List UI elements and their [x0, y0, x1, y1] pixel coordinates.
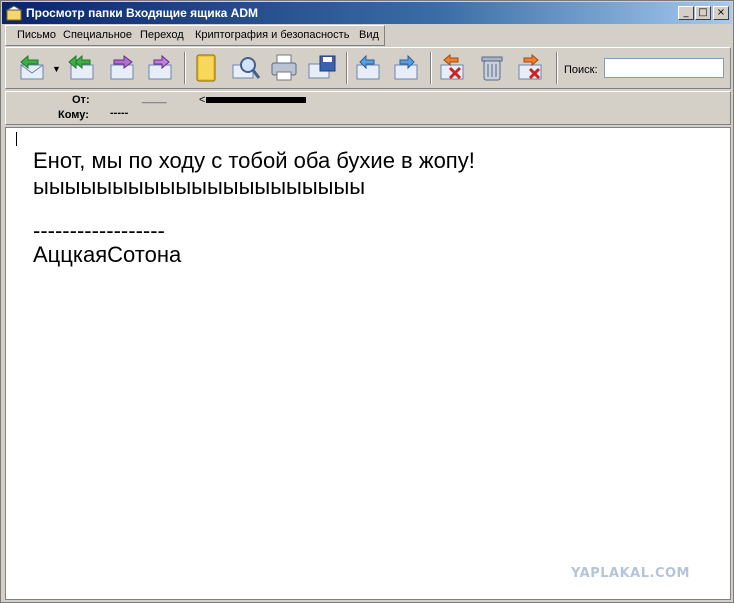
- from-email-bracket: <: [199, 94, 206, 106]
- save-icon[interactable]: [306, 52, 338, 84]
- redacted-email: [206, 97, 306, 103]
- close-button[interactable]: ×: [713, 6, 729, 20]
- message-line: Енот, мы по ходу с тобой оба бухие в жоп…: [33, 148, 475, 173]
- reply-icon[interactable]: [16, 52, 48, 84]
- redirect-icon[interactable]: [144, 52, 176, 84]
- maximize-button[interactable]: □: [695, 6, 711, 20]
- message-line: ыыыыыыыыыыыыыыыыыыыыы: [33, 174, 366, 199]
- previous-message-icon[interactable]: [352, 52, 384, 84]
- menu-go[interactable]: Переход: [140, 29, 184, 41]
- toolbar-separator: [184, 52, 186, 84]
- toolbar-separator: [346, 52, 348, 84]
- menu-crypto[interactable]: Криптография и безопасность: [195, 29, 349, 41]
- message-header: От: ____ < Кому: -----: [5, 91, 731, 125]
- next-message-icon[interactable]: [390, 52, 422, 84]
- toolbar-separator: [430, 52, 432, 84]
- search-label: Поиск:: [564, 64, 598, 76]
- search-input[interactable]: [604, 58, 724, 78]
- menu-letter[interactable]: Письмо: [17, 29, 56, 41]
- reply-dropdown-icon[interactable]: ▼: [52, 64, 61, 74]
- minimize-button[interactable]: _: [678, 6, 694, 20]
- message-body[interactable]: Енот, мы по ходу с тобой оба бухие в жоп…: [5, 127, 731, 600]
- forward-icon[interactable]: [106, 52, 138, 84]
- message-signature: АццкаяСотона: [33, 242, 182, 267]
- toolbar: ▼ Поиск:: [5, 47, 731, 89]
- mail-viewer-window: Просмотр папки Входящие ящика ADM _ □ × …: [0, 0, 734, 603]
- from-name[interactable]: ____: [142, 92, 166, 104]
- from-label: От:: [72, 94, 90, 106]
- title-bar[interactable]: Просмотр папки Входящие ящика ADM _ □ ×: [2, 2, 732, 24]
- toolbar-separator: [556, 52, 558, 84]
- menu-view[interactable]: Вид: [359, 29, 379, 41]
- window-title: Просмотр папки Входящие ящика ADM: [26, 6, 259, 20]
- to-label: Кому:: [58, 109, 89, 121]
- delete-and-next-icon[interactable]: [514, 52, 546, 84]
- folder-view-icon: [6, 5, 22, 21]
- delete-icon[interactable]: [436, 52, 468, 84]
- menu-bar: Письмо Специальное Переход Криптография …: [5, 25, 385, 46]
- print-icon[interactable]: [268, 52, 300, 84]
- message-separator: ------------------: [33, 218, 165, 243]
- trash-icon[interactable]: [476, 52, 508, 84]
- watermark: YAPLAKAL.COM: [571, 566, 690, 581]
- text-caret: [16, 132, 17, 146]
- to-value[interactable]: -----: [110, 107, 128, 119]
- reply-all-icon[interactable]: [66, 52, 98, 84]
- menu-special[interactable]: Специальное: [63, 29, 132, 41]
- address-book-icon[interactable]: [190, 52, 222, 84]
- find-icon[interactable]: [230, 52, 262, 84]
